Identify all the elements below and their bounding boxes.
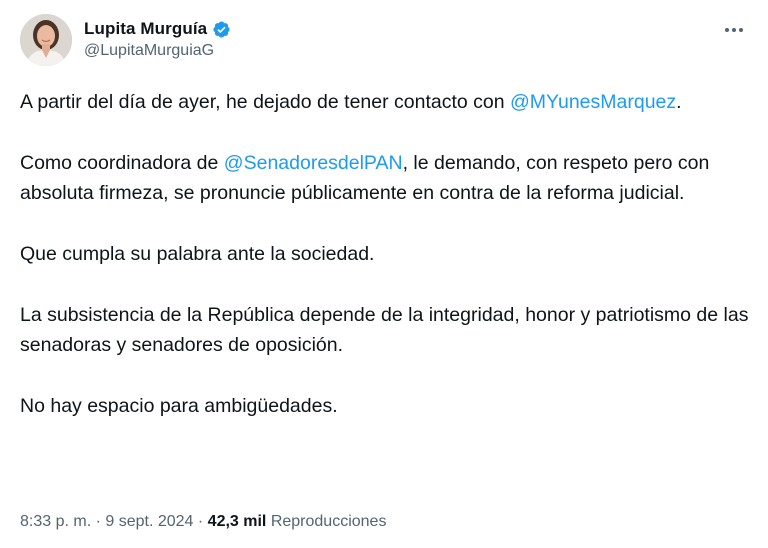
name-row: Lupita Murguía: [84, 17, 231, 41]
tweet-text-segment: .: [676, 91, 682, 113]
tweet-paragraph: Que cumpla su palabra ante la sociedad.: [20, 239, 750, 269]
tweet-date: 9 sept. 2024: [105, 513, 194, 530]
display-name[interactable]: Lupita Murguía: [84, 19, 207, 39]
author-info: Lupita Murguía @LupitaMurguiaG: [84, 17, 231, 60]
tweet-header: Lupita Murguía @LupitaMurguiaG: [18, 14, 754, 70]
tweet-time: 8:33 p. m.: [20, 513, 92, 530]
dot: [732, 28, 736, 32]
views-label: Reproducciones: [270, 513, 387, 530]
mention-link[interactable]: @SenadoresdelPAN: [224, 152, 403, 174]
tweet-metadata: 8:33 p. m. · 9 sept. 2024 · 42,3 mil Rep…: [20, 513, 386, 531]
tweet-text-segment: A partir del día de ayer, he dejado de t…: [20, 91, 511, 113]
tweet-paragraph: A partir del día de ayer, he dejado de t…: [20, 87, 750, 117]
views-count: 42,3 mil: [207, 513, 267, 530]
tweet-text-segment: No hay espacio para ambigüedades.: [20, 395, 338, 417]
dot: [725, 28, 729, 32]
tweet-text-segment: Como coordinadora de: [20, 152, 224, 174]
tweet-text: A partir del día de ayer, he dejado de t…: [20, 87, 750, 421]
separator: ·: [193, 513, 208, 530]
dot: [739, 28, 743, 32]
more-options-icon[interactable]: [720, 20, 748, 40]
user-handle[interactable]: @LupitaMurguiaG: [84, 42, 231, 60]
tweet-paragraph: No hay espacio para ambigüedades.: [20, 391, 750, 421]
tweet-timestamp[interactable]: 8:33 p. m. · 9 sept. 2024: [20, 513, 193, 530]
separator: ·: [91, 513, 106, 530]
profile-photo-icon: [20, 14, 72, 66]
tweet-card: Lupita Murguía @LupitaMurguiaG A partir …: [0, 0, 768, 548]
tweet-text-segment: La subsistencia de la República depende …: [20, 304, 749, 356]
mention-link[interactable]: @MYunesMarquez: [510, 91, 676, 113]
avatar[interactable]: [20, 14, 72, 66]
tweet-paragraph: Como coordinadora de @SenadoresdelPAN, l…: [20, 148, 750, 208]
tweet-text-segment: Que cumpla su palabra ante la sociedad.: [20, 243, 375, 265]
verified-badge-icon[interactable]: [212, 20, 231, 39]
tweet-paragraph: La subsistencia de la República depende …: [20, 300, 750, 360]
